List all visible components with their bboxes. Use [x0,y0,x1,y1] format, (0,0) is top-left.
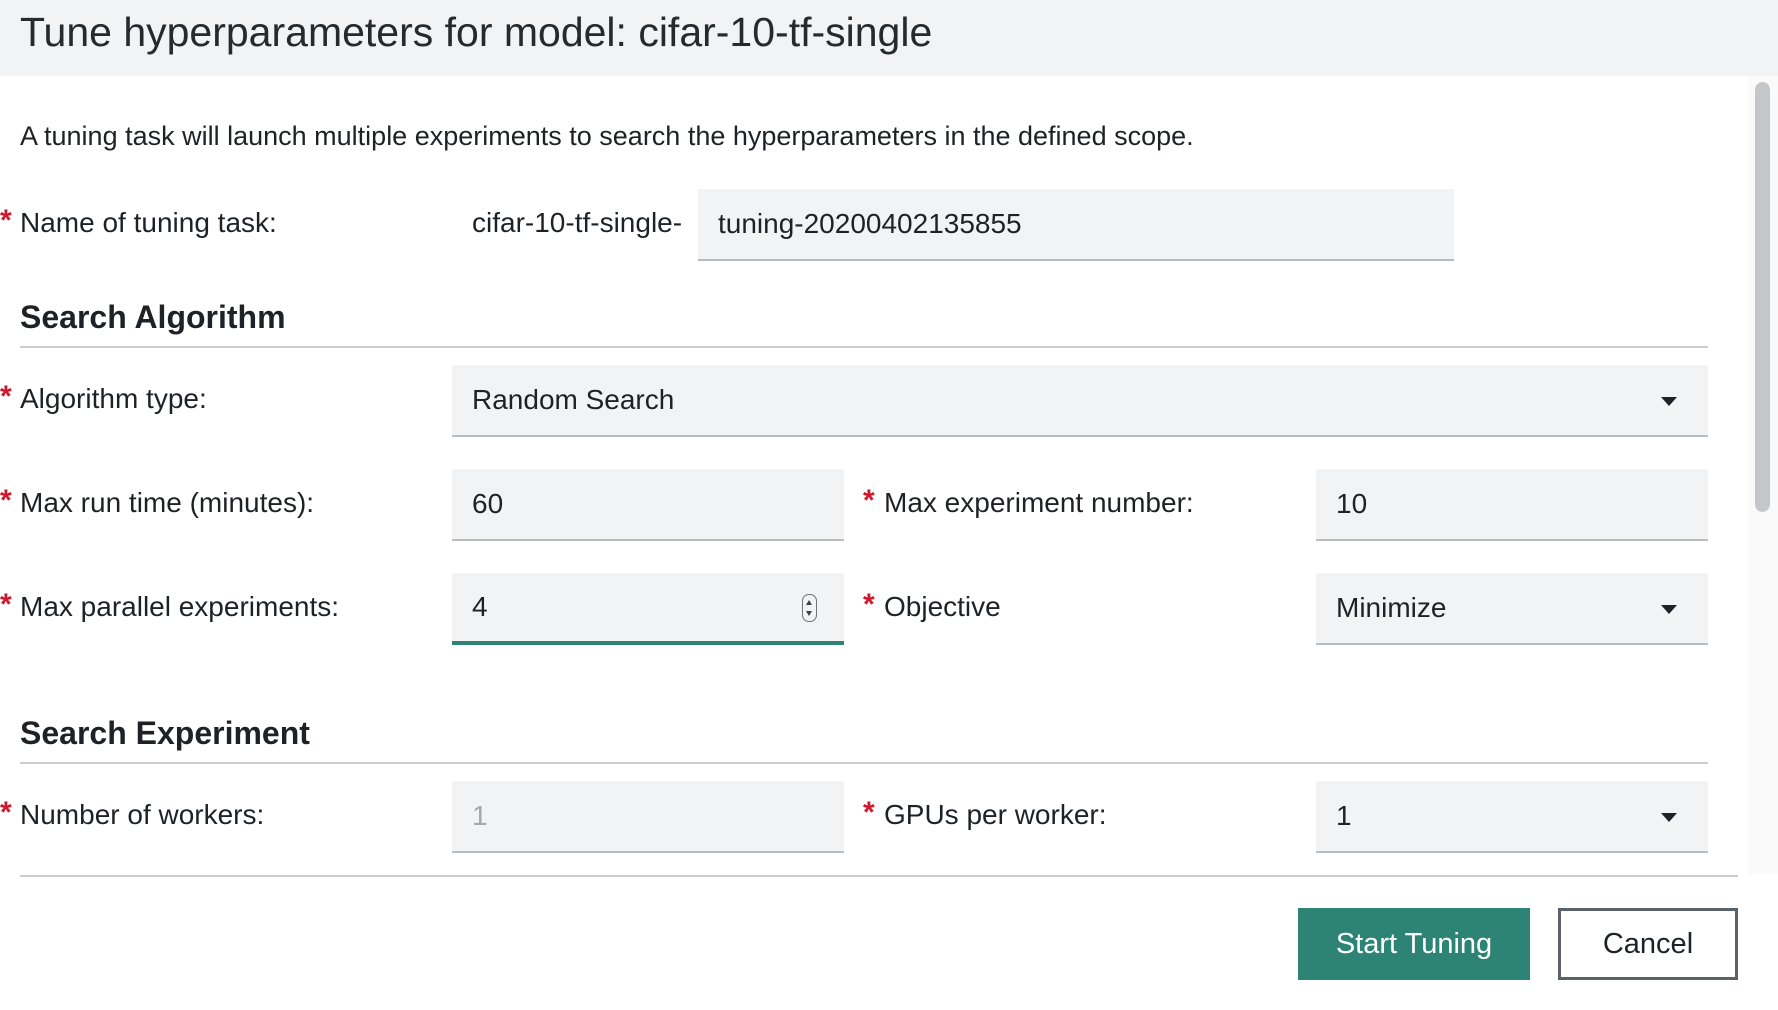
required-marker: * [0,588,12,621]
required-marker: * [0,204,12,237]
dialog-body[interactable]: A tuning task will launch multiple exper… [0,76,1748,874]
max-run-time-input[interactable]: 60 [452,469,844,541]
max-experiment-number-input[interactable]: 10 [1316,469,1708,541]
max-parallel-value: 4 [472,591,488,622]
algorithm-type-label: Algorithm type: [20,383,207,414]
footer-divider [20,875,1738,877]
search-experiment-heading: Search Experiment [20,715,310,751]
task-name-input[interactable]: tuning-20200402135855 [698,189,1454,261]
stepper-up-icon[interactable] [806,600,812,605]
number-stepper-icon[interactable] [802,594,817,622]
objective-select[interactable]: Minimize [1316,573,1708,645]
num-workers-value: 1 [472,800,488,831]
max-run-time-value: 60 [472,488,504,519]
task-name-prefix: cifar-10-tf-single- [472,207,683,238]
max-parallel-label: Max parallel experiments: [20,591,340,622]
max-parallel-input[interactable]: 4 [452,573,844,645]
tune-hyperparameters-dialog: Tune hyperparameters for model: cifar-10… [0,0,1778,1010]
required-marker: * [0,484,12,517]
start-tuning-button[interactable]: Start Tuning [1298,908,1530,980]
max-experiment-number-value: 10 [1336,488,1368,519]
num-workers-label: Number of workers: [20,799,265,830]
task-name-value: tuning-20200402135855 [718,208,1022,239]
objective-label: Objective [884,591,1001,622]
required-marker: * [0,380,12,413]
cancel-button[interactable]: Cancel [1558,908,1738,980]
algorithm-type-select[interactable]: Random Search [452,365,1708,437]
gpus-per-worker-value: 1 [1336,800,1352,831]
chevron-down-icon [1661,605,1677,614]
chevron-down-icon [1661,397,1677,406]
section-divider [20,762,1708,764]
required-marker: * [0,796,12,829]
objective-value: Minimize [1336,592,1447,623]
gpus-per-worker-label: GPUs per worker: [884,799,1107,830]
required-marker: * [863,796,875,829]
intro-description: A tuning task will launch multiple exper… [20,121,1194,151]
algorithm-type-value: Random Search [472,384,675,415]
task-name-label: Name of tuning task: [20,207,277,238]
required-marker: * [863,484,875,517]
gpus-per-worker-select[interactable]: 1 [1316,781,1708,853]
stepper-down-icon[interactable] [806,611,812,616]
section-divider [20,346,1708,348]
dialog-title: Tune hyperparameters for model: cifar-10… [20,9,933,55]
dialog-header: Tune hyperparameters for model: cifar-10… [0,0,1778,76]
num-workers-input: 1 [452,781,844,853]
scrollbar-thumb[interactable] [1755,82,1770,512]
search-algorithm-heading: Search Algorithm [20,299,286,335]
required-marker: * [863,588,875,621]
chevron-down-icon [1661,813,1677,822]
max-experiment-number-label: Max experiment number: [884,487,1194,518]
max-run-time-label: Max run time (minutes): [20,487,315,518]
